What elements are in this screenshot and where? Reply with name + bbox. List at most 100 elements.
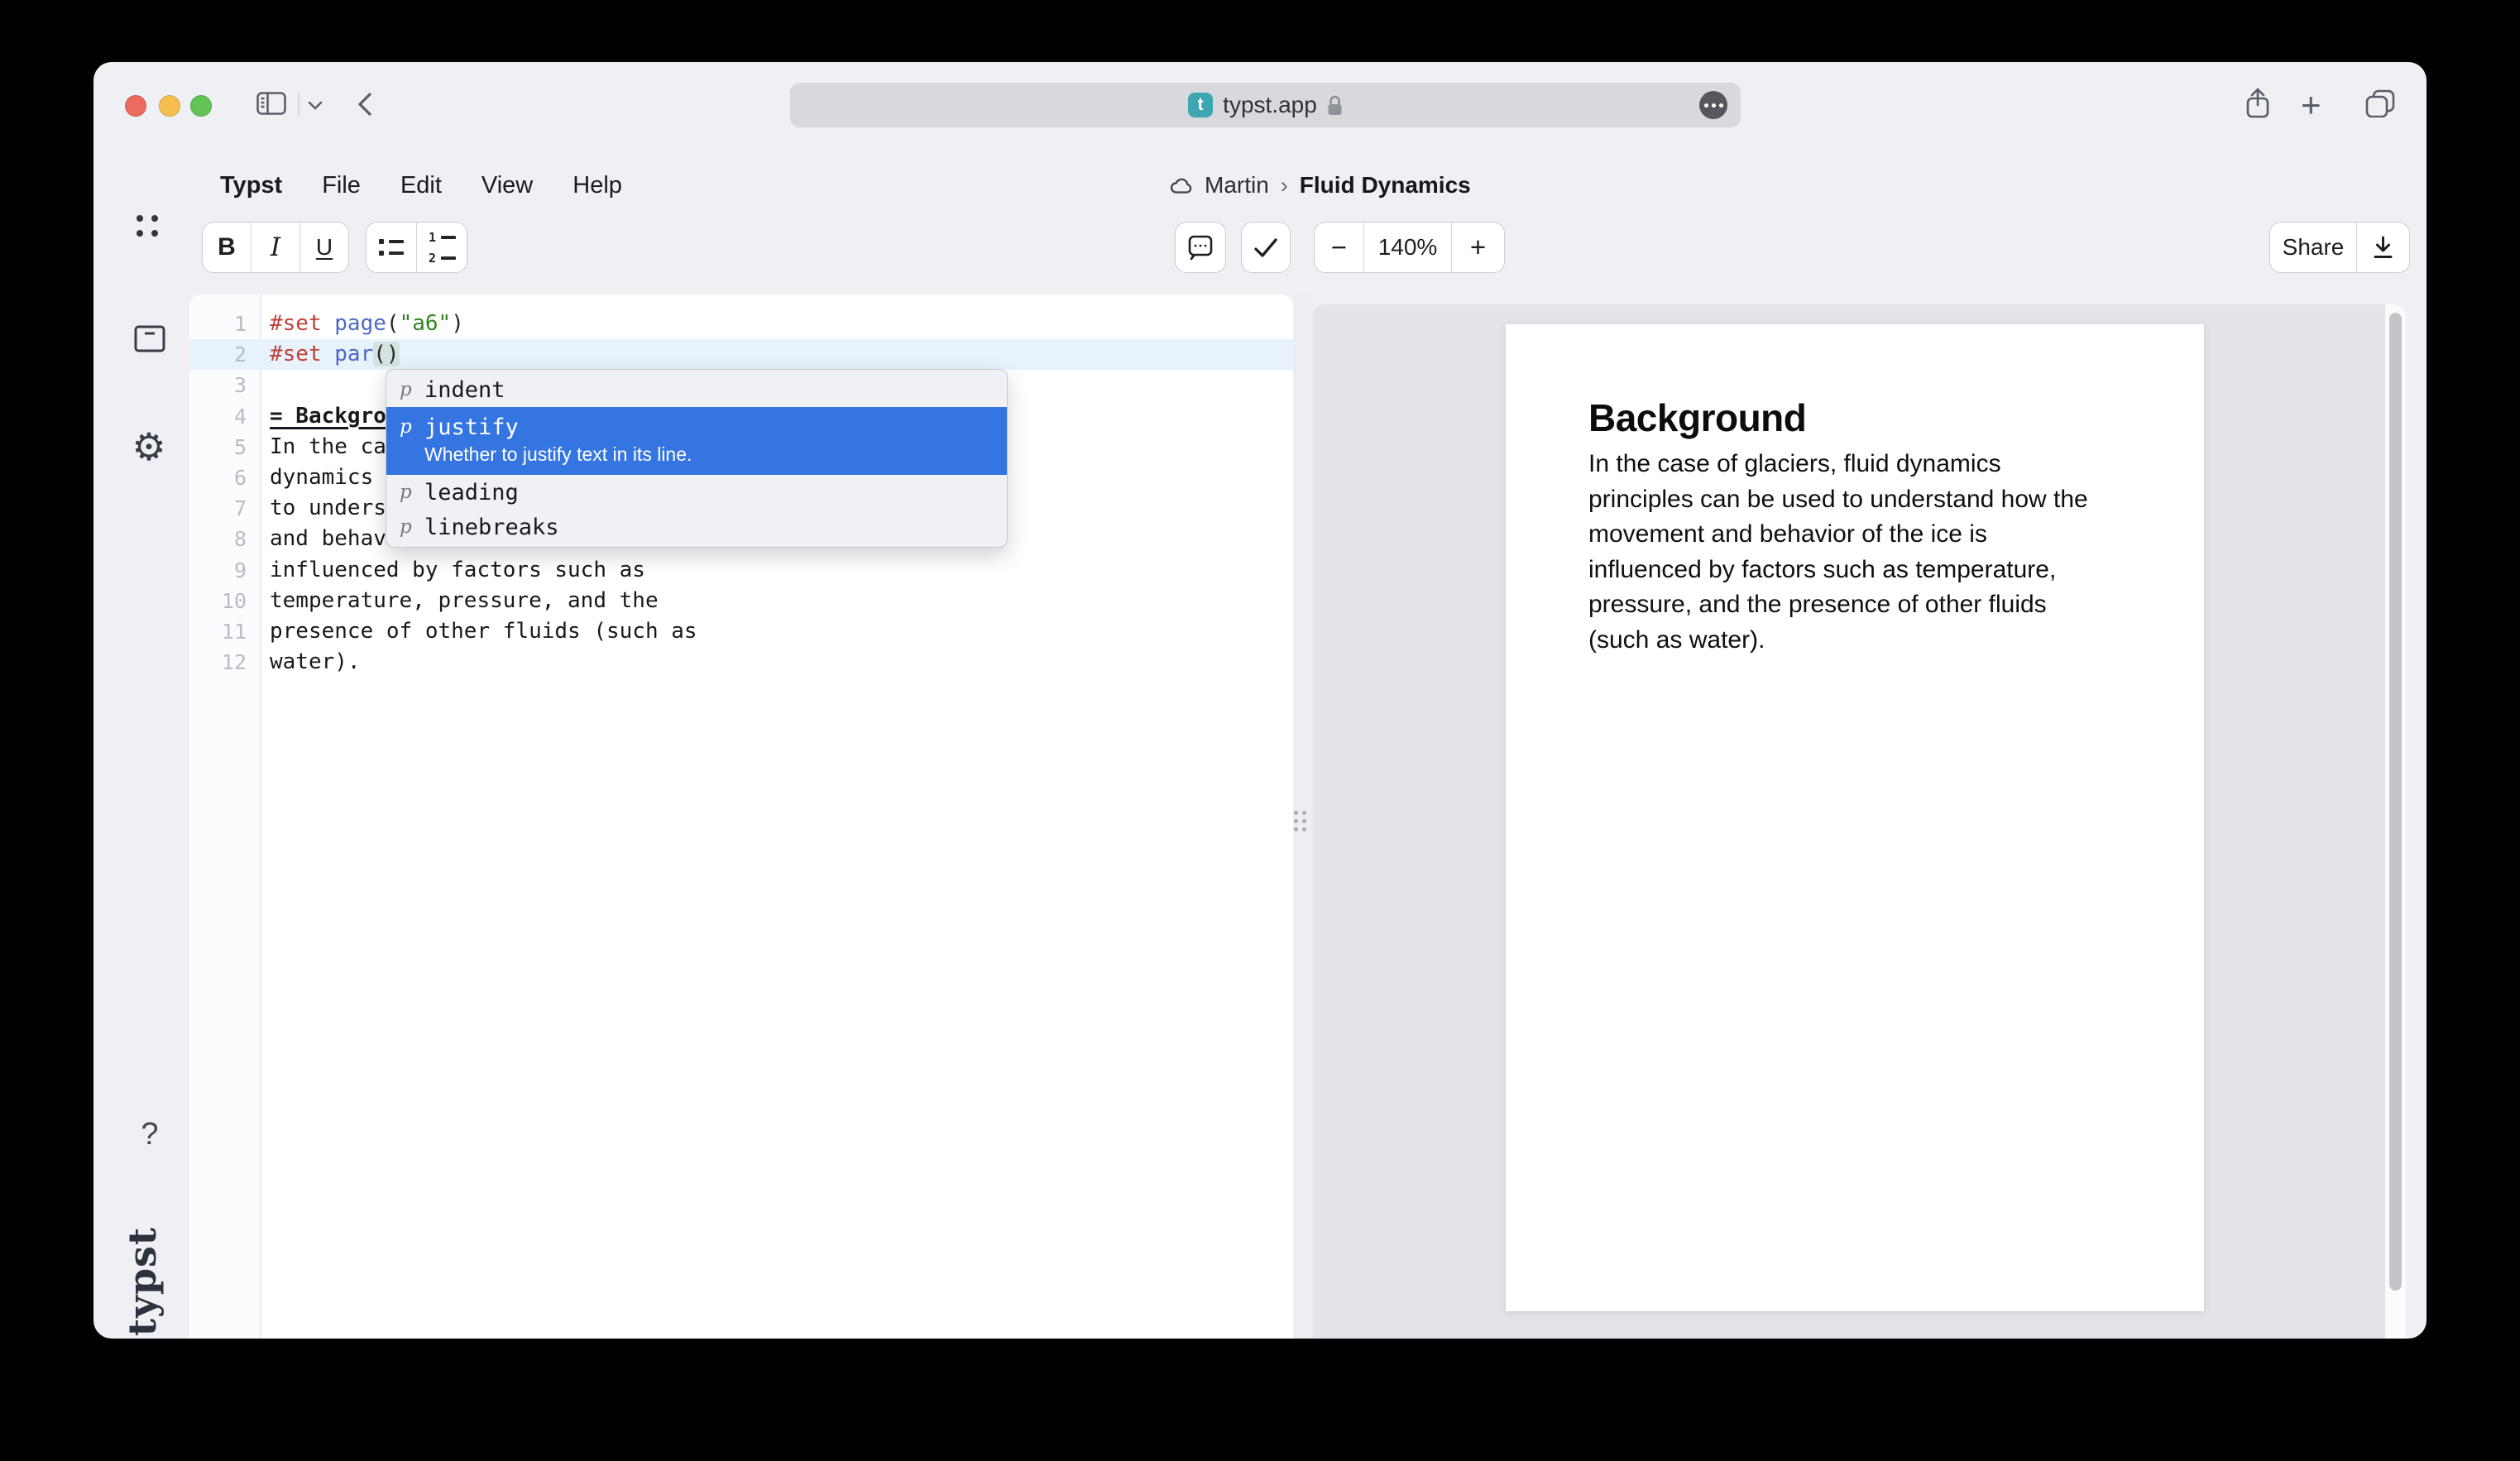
autocomplete-label: justify (424, 414, 519, 440)
code-line[interactable]: 1#set page("a6") (189, 309, 1293, 339)
preview-pane: Background In the case of glaciers, flui… (1313, 304, 2406, 1339)
token-tx (322, 311, 335, 336)
menu-edit[interactable]: Edit (400, 172, 442, 199)
code-text: #set page("a6") (260, 309, 464, 339)
param-kind-icon: p (400, 379, 413, 400)
breadcrumb-workspace[interactable]: Martin (1205, 172, 1269, 199)
share-group: Share (2269, 222, 2410, 273)
url-text: typst.app (1223, 92, 1317, 118)
token-str: "a6" (400, 311, 452, 336)
checkmark-icon (1242, 223, 1290, 272)
autocomplete-item-indent[interactable]: pindent (386, 372, 1007, 407)
code-text: temperature, pressure, and the (260, 586, 659, 616)
lock-icon (1327, 94, 1343, 117)
sidebar-toggle-icon[interactable] (256, 92, 286, 115)
param-kind-icon: p (400, 516, 413, 538)
autocomplete-dropdown: pindentpjustifyWhether to justify text i… (386, 369, 1008, 548)
code-line[interactable]: 12 water). (189, 647, 1293, 678)
line-number: 5 (189, 432, 260, 462)
breadcrumb[interactable]: Martin › Fluid Dynamics (1169, 168, 1471, 203)
token-tx: influenced by factors such as (270, 558, 645, 582)
comment-button[interactable] (1175, 222, 1226, 273)
italic-button[interactable]: I (251, 223, 299, 272)
screen: t typst.app + TypstF (0, 0, 2520, 1461)
numbered-list-button[interactable]: 1 2 (416, 223, 467, 272)
zoom-out-button[interactable]: − (1315, 223, 1363, 272)
text-style-group: B I U (202, 222, 349, 273)
window-zoom-button[interactable] (190, 95, 212, 117)
token-hl: () (373, 342, 399, 366)
address-bar[interactable]: t typst.app (790, 83, 1741, 127)
document-heading: Background (1588, 397, 2121, 438)
menu-file[interactable]: File (322, 172, 361, 199)
app-menubar: Typst File Edit View Help (220, 168, 622, 203)
token-fn: page (334, 311, 386, 336)
autocomplete-label: leading (424, 480, 519, 505)
token-tx: water). (270, 649, 361, 674)
code-text: water). (260, 647, 361, 678)
line-number: 9 (189, 555, 260, 586)
menu-help[interactable]: Help (573, 172, 622, 199)
app-grid-icon[interactable] (137, 215, 158, 237)
typst-favicon: t (1188, 93, 1213, 117)
zoom-control-group: − 140% + (1314, 222, 1505, 273)
zoom-in-button[interactable]: + (1451, 223, 1504, 272)
files-tray-icon[interactable] (134, 325, 165, 352)
line-number: 2 (189, 339, 260, 370)
line-number: 6 (189, 462, 260, 493)
chevron-down-icon[interactable] (307, 100, 323, 111)
window-close-button[interactable] (125, 95, 146, 117)
menu-typst[interactable]: Typst (220, 172, 282, 199)
token-tx (322, 342, 335, 366)
zoom-level-value[interactable]: 140% (1363, 223, 1451, 272)
share-page-icon[interactable] (2245, 87, 2271, 120)
preview-scrollbar-thumb[interactable] (2389, 313, 2402, 1291)
line-number: 10 (189, 586, 260, 616)
browser-window: t typst.app + TypstF (93, 62, 2427, 1339)
help-icon[interactable]: ? (135, 1117, 165, 1152)
code-line[interactable]: 10 temperature, pressure, and the (189, 586, 1293, 616)
line-number: 7 (189, 493, 260, 524)
line-number: 1 (189, 309, 260, 339)
window-minimize-button[interactable] (159, 95, 180, 117)
code-line[interactable]: 11presence of other fluids (such as (189, 616, 1293, 647)
drag-handle-icon[interactable] (1294, 811, 1306, 831)
autocomplete-label: linebreaks (424, 515, 559, 540)
code-text (260, 370, 270, 400)
autocomplete-item-leading[interactable]: p leading (386, 475, 1007, 510)
document-paragraph: In the case of glaciers, fluid dynamicsp… (1588, 447, 2121, 658)
download-button[interactable] (2356, 223, 2409, 272)
param-kind-icon: p (400, 481, 413, 503)
approve-button[interactable] (1241, 222, 1291, 273)
code-line[interactable]: 9 influenced by factors such as (189, 555, 1293, 586)
back-arrow-icon[interactable] (357, 92, 373, 117)
line-number: 12 (189, 647, 260, 678)
download-icon (2372, 235, 2394, 260)
share-button[interactable]: Share (2270, 223, 2356, 272)
page-settings-icon[interactable] (1699, 91, 1727, 119)
cloud-icon (1169, 175, 1195, 196)
menu-view[interactable]: View (481, 172, 533, 199)
chrome-divider (298, 92, 299, 117)
comment-icon (1176, 223, 1225, 272)
list-group: 1 2 (366, 222, 467, 273)
autocomplete-item-linebreaks[interactable]: p linebreaks (386, 510, 1007, 544)
bullet-list-button[interactable] (367, 223, 416, 272)
tab-overview-icon[interactable] (2364, 89, 2396, 117)
token-tx: temperature, pressure, and the (270, 588, 659, 613)
code-text: #set par() (260, 339, 400, 370)
bold-button[interactable]: B (203, 223, 251, 272)
param-kind-icon: p (400, 416, 413, 438)
underline-button[interactable]: U (299, 223, 348, 272)
settings-gear-icon[interactable]: ⚙ (127, 428, 171, 466)
line-number: 8 (189, 524, 260, 554)
token-kw: #set (270, 311, 322, 336)
autocomplete-item-justify[interactable]: pjustifyWhether to justify text in its l… (386, 407, 1007, 475)
breadcrumb-separator-icon: › (1279, 173, 1290, 199)
token-kw: #set (270, 342, 322, 366)
code-line[interactable]: 2#set par() (189, 339, 1293, 370)
line-number: 11 (189, 616, 260, 647)
new-tab-icon[interactable]: + (2301, 85, 2321, 125)
typst-logo: typst (120, 1207, 165, 1339)
token-pu: ( (386, 311, 400, 336)
